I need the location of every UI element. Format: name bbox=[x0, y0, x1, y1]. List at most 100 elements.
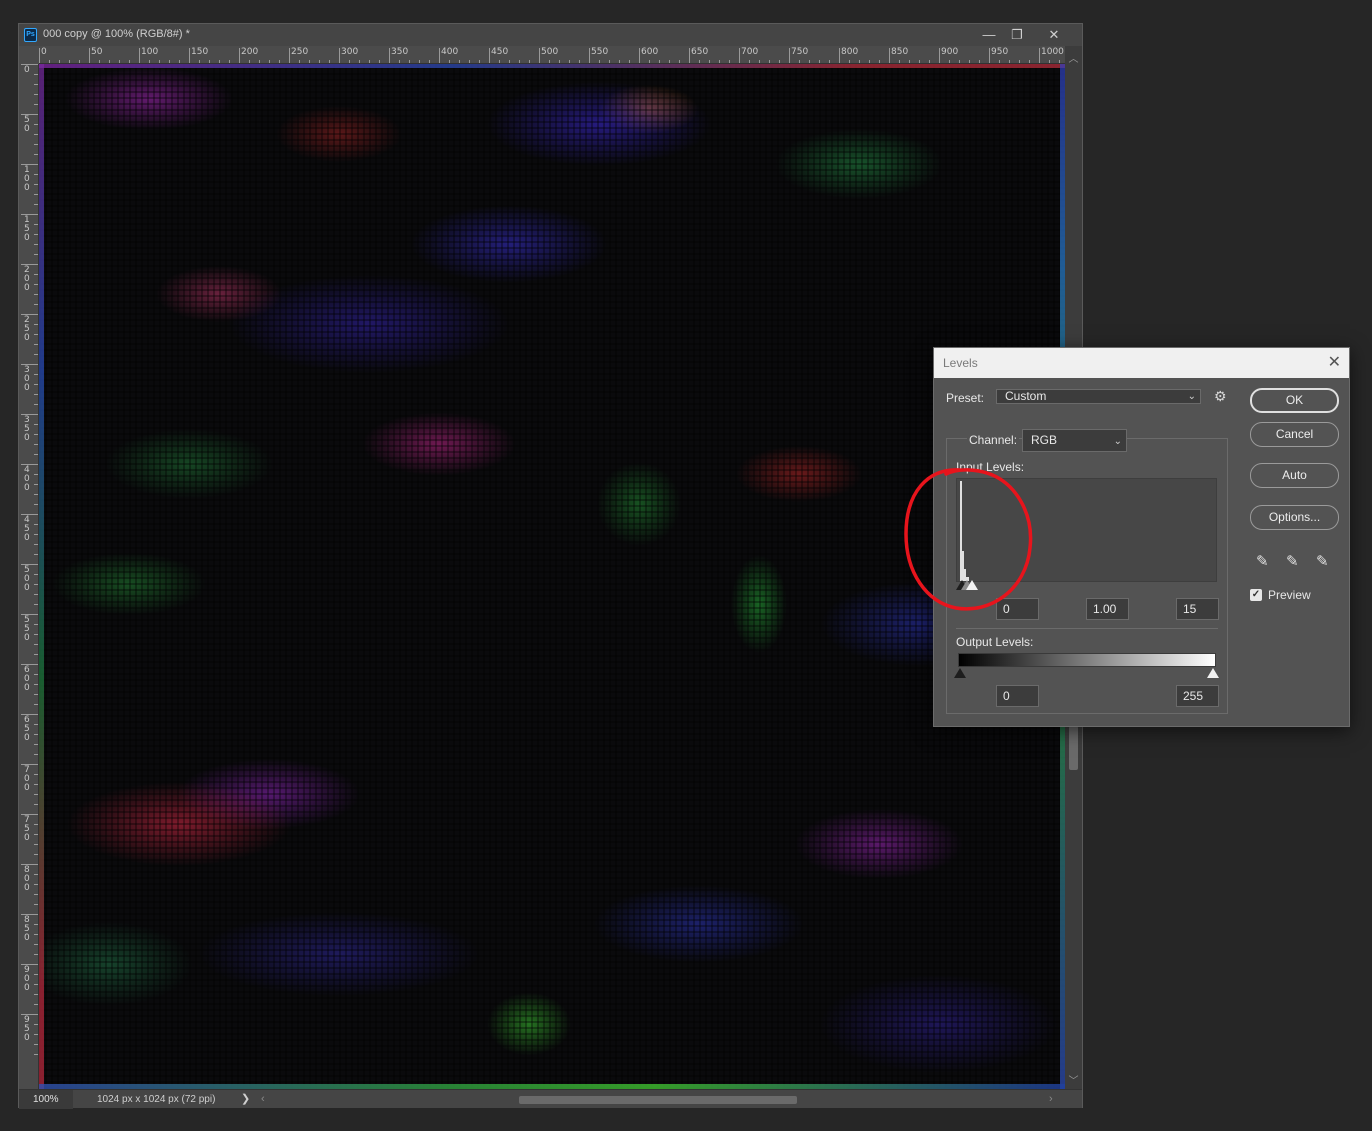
ok-button[interactable]: OK bbox=[1250, 388, 1339, 413]
document-title: 000 copy @ 100% (RGB/8#) * bbox=[43, 28, 190, 40]
white-point-handle[interactable] bbox=[966, 580, 978, 590]
gear-icon[interactable]: ⚙ bbox=[1214, 388, 1227, 405]
ruler-tick bbox=[89, 48, 90, 63]
ruler-label: 300 bbox=[341, 47, 359, 57]
ruler-label: 650 bbox=[24, 715, 30, 743]
ruler-tick bbox=[639, 48, 640, 63]
black-eyedropper-icon[interactable]: ✎ bbox=[1256, 552, 1269, 570]
ruler-label: 550 bbox=[591, 47, 609, 57]
canvas-texture bbox=[39, 64, 1065, 1089]
zoom-level-field[interactable]: 100% bbox=[19, 1090, 73, 1109]
vertical-scroll-thumb[interactable] bbox=[1069, 726, 1078, 770]
ruler-label: 500 bbox=[24, 565, 30, 593]
white-eyedropper-icon[interactable]: ✎ bbox=[1316, 552, 1329, 570]
ruler-label: 50 bbox=[91, 47, 103, 57]
close-window-button[interactable]: ✕ bbox=[1039, 24, 1069, 46]
scroll-left-icon[interactable]: ‹ bbox=[261, 1090, 265, 1109]
ruler-label: 900 bbox=[941, 47, 959, 57]
output-levels-gradient bbox=[958, 653, 1216, 667]
scroll-up-icon[interactable]: ︿ bbox=[1065, 50, 1082, 65]
input-levels-slider[interactable] bbox=[956, 580, 986, 592]
output-white-handle[interactable] bbox=[1207, 668, 1219, 678]
options-button[interactable]: Options... bbox=[1250, 505, 1339, 530]
vertical-ruler[interactable]: 0 50 100 150 200 250 300 350 400 450 500 550 600 650 7… bbox=[19, 64, 39, 1089]
output-white-field[interactable]: 255 bbox=[1176, 685, 1219, 707]
output-black-field[interactable]: 0 bbox=[996, 685, 1039, 707]
ruler-tick bbox=[189, 48, 190, 63]
ruler-label: 0 bbox=[24, 65, 30, 75]
restore-button[interactable]: ❐ bbox=[1002, 24, 1032, 46]
horizontal-scrollbar[interactable] bbox=[275, 1096, 1045, 1104]
levels-title: Levels bbox=[943, 356, 978, 370]
ruler-label: 450 bbox=[491, 47, 509, 57]
ruler-tick bbox=[289, 48, 290, 63]
ruler-label: 900 bbox=[24, 965, 30, 993]
input-black-field[interactable]: 0 bbox=[996, 598, 1039, 620]
ruler-label: 950 bbox=[24, 1015, 30, 1043]
scroll-right-icon[interactable]: › bbox=[1049, 1090, 1053, 1109]
ruler-label: 800 bbox=[24, 865, 30, 893]
output-black-handle[interactable] bbox=[954, 668, 966, 678]
preview-label: Preview bbox=[1268, 588, 1311, 602]
status-bar: 100% 1024 px x 1024 px (72 ppi) ❯ ‹ › bbox=[19, 1089, 1082, 1109]
horizontal-scroll-thumb[interactable] bbox=[519, 1096, 797, 1104]
document-window: Ps 000 copy @ 100% (RGB/8#) * — ❐ ✕ 0 50 1… bbox=[18, 23, 1083, 1109]
ruler-label: 600 bbox=[641, 47, 659, 57]
input-white-field[interactable]: 15 bbox=[1176, 598, 1219, 620]
ruler-tick bbox=[689, 48, 690, 63]
ruler-tick bbox=[139, 48, 140, 63]
ruler-label: 350 bbox=[24, 415, 30, 443]
ruler-tick bbox=[739, 48, 740, 63]
output-levels-label: Output Levels: bbox=[956, 635, 1034, 649]
input-levels-label: Input Levels: bbox=[956, 460, 1025, 474]
minimize-button[interactable]: — bbox=[974, 24, 1004, 46]
ruler-label: 750 bbox=[791, 47, 809, 57]
chevron-down-icon: ⌄ bbox=[1187, 391, 1196, 402]
cancel-button[interactable]: Cancel bbox=[1250, 422, 1339, 447]
ruler-label: 850 bbox=[891, 47, 909, 57]
ruler-label: 700 bbox=[24, 765, 30, 793]
status-menu-arrow-icon[interactable]: ❯ bbox=[241, 1090, 250, 1109]
preset-label: Preset: bbox=[946, 391, 985, 405]
ruler-label: 150 bbox=[24, 215, 30, 243]
ruler-label: 300 bbox=[24, 365, 30, 393]
channel-dropdown[interactable]: RGB ⌄ bbox=[1022, 429, 1127, 452]
ruler-label: 200 bbox=[241, 47, 259, 57]
document-titlebar[interactable]: Ps 000 copy @ 100% (RGB/8#) * — ❐ ✕ bbox=[19, 24, 1082, 46]
horizontal-ruler[interactable]: 0 50 100 150 200 250 300 350 400 450 500 550 600 650 7… bbox=[39, 46, 1065, 64]
ruler-tick bbox=[989, 48, 990, 63]
ruler-label: 100 bbox=[24, 165, 30, 193]
canvas-edge-top bbox=[39, 64, 1065, 68]
ruler-label: 700 bbox=[741, 47, 759, 57]
ruler-label: 950 bbox=[991, 47, 1009, 57]
histogram bbox=[956, 478, 1217, 582]
photoshop-logo-icon: Ps bbox=[24, 28, 37, 42]
ruler-tick bbox=[489, 48, 490, 63]
channel-label: Channel: bbox=[967, 433, 1020, 447]
ruler-label: 800 bbox=[841, 47, 859, 57]
auto-button[interactable]: Auto bbox=[1250, 463, 1339, 488]
preview-checkbox[interactable]: ✓ bbox=[1250, 589, 1262, 601]
ruler-label: 400 bbox=[24, 465, 30, 493]
preset-dropdown[interactable]: Custom ⌄ bbox=[996, 389, 1201, 404]
ruler-origin[interactable] bbox=[19, 46, 39, 64]
ruler-tick bbox=[1039, 48, 1040, 63]
input-gamma-field[interactable]: 1.00 bbox=[1086, 598, 1129, 620]
close-icon[interactable]: ✕ bbox=[1328, 352, 1341, 372]
ruler-tick bbox=[939, 48, 940, 63]
ruler-label: 1000 bbox=[1041, 47, 1064, 57]
ruler-tick bbox=[39, 48, 40, 63]
ruler-label: 100 bbox=[141, 47, 159, 57]
chevron-down-icon: ⌄ bbox=[1113, 436, 1122, 447]
levels-dialog: Levels ✕ Preset: Custom ⌄ ⚙ Channel: RGB… bbox=[933, 347, 1350, 727]
divider bbox=[956, 628, 1218, 629]
image-canvas[interactable] bbox=[39, 64, 1065, 1089]
ruler-tick bbox=[389, 48, 390, 63]
levels-titlebar[interactable]: Levels ✕ bbox=[934, 348, 1349, 378]
ruler-tick bbox=[239, 48, 240, 63]
ruler-tick bbox=[339, 48, 340, 63]
gray-eyedropper-icon[interactable]: ✎ bbox=[1286, 552, 1299, 570]
scroll-down-icon[interactable]: ﹀ bbox=[1065, 1072, 1082, 1087]
ruler-label: 200 bbox=[24, 265, 30, 293]
ruler-tick bbox=[589, 48, 590, 63]
